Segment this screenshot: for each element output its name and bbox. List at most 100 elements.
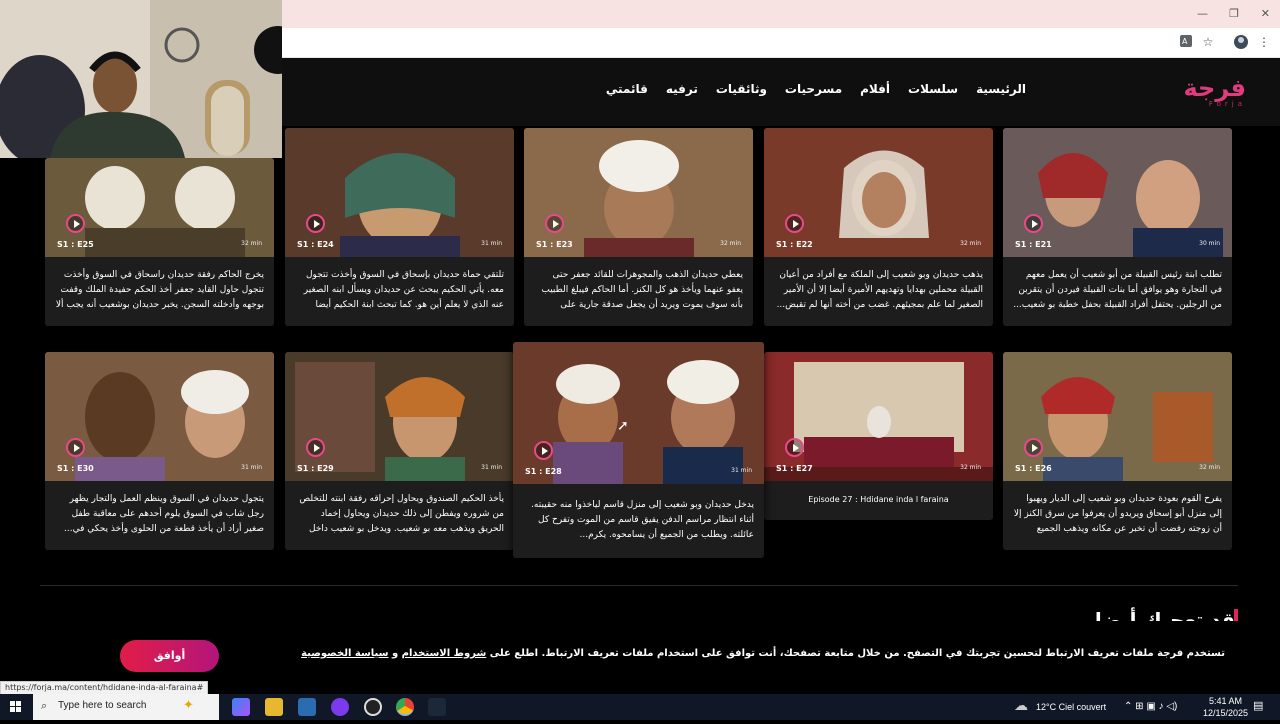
episode-duration: 32 min <box>1199 464 1220 471</box>
episode-thumbnail[interactable]: S1 : E24 31 min <box>285 128 514 257</box>
start-button[interactable] <box>0 694 32 720</box>
episode-description: تلتقي حماة حديدان بإسحاق في السوق وأخذت … <box>303 270 504 310</box>
episode-description: يذهب حديدان وبو شعيب إلى الملكة مع أفراد… <box>776 270 983 310</box>
taskbar-search[interactable]: ⌕ Type here to search ✦ <box>33 694 219 720</box>
episode-card-e24[interactable]: S1 : E24 31 min تلتقي حماة حديدان بإسحاق… <box>285 128 514 326</box>
nav-documentaries[interactable]: وثائقيات <box>716 82 767 96</box>
episode-card-e21[interactable]: S1 : E21 30 min تطلب ابنة رئيس القبيلة م… <box>1003 128 1232 326</box>
episode-description: يدخل حديدان وبو شعيب إلى منزل قاسم لياخذ… <box>531 500 754 540</box>
copilot-icon[interactable] <box>232 698 250 716</box>
episode-thumbnail[interactable]: S1 : E26 32 min <box>1003 352 1232 481</box>
nav-movies[interactable]: أفلام <box>860 82 890 96</box>
episode-duration: 32 min <box>960 240 981 247</box>
episode-thumbnail[interactable]: S1 : E30 31 min <box>45 352 274 481</box>
obs-icon[interactable] <box>364 698 382 716</box>
logo-arabic: فرجة <box>1183 74 1247 102</box>
episode-card-e22[interactable]: S1 : E22 32 min يذهب حديدان وبو شعيب إلى… <box>764 128 993 326</box>
episode-card-e26[interactable]: S1 : E26 32 min يفرح القوم بعودة حديدان … <box>1003 352 1232 550</box>
episode-description: يخرج الحاكم رفقة حديدان راسحاق في السوق … <box>55 270 264 310</box>
terms-link[interactable]: شروط الاستخدام <box>402 648 487 659</box>
search-icon: ⌕ <box>41 699 48 712</box>
play-icon[interactable] <box>306 438 325 457</box>
profile-icon[interactable] <box>1233 34 1249 50</box>
play-icon[interactable] <box>534 441 553 460</box>
store-icon[interactable] <box>298 698 316 716</box>
minimize-icon[interactable]: — <box>1197 7 1208 20</box>
privacy-link[interactable]: سياسة الخصوصية <box>301 648 388 659</box>
episode-duration: 31 min <box>481 464 502 471</box>
episode-badge: S1 : E29 <box>297 464 334 473</box>
episode-duration: 32 min <box>241 240 262 247</box>
cookie-and: و <box>391 648 399 659</box>
app-icon[interactable] <box>331 698 349 716</box>
section-accent-bar <box>1234 609 1238 621</box>
play-icon[interactable] <box>545 214 564 233</box>
nav-home[interactable]: الرئيسية <box>976 82 1026 96</box>
cookie-text: تستخدم فرجة ملفات تعريف الارتباط لتحسين … <box>489 648 1225 659</box>
episode-thumbnail[interactable]: S1 : E21 30 min <box>1003 128 1232 257</box>
menu-icon[interactable]: ⋮ <box>1256 34 1272 50</box>
episode-description: تطلب ابنة رئيس القبيلة من أبو شعيب أن يع… <box>1013 270 1222 310</box>
browser-titlebar: — ❐ ✕ <box>282 0 1280 28</box>
play-icon[interactable] <box>1024 214 1043 233</box>
nav-entertainment[interactable]: ترفيه <box>666 82 698 96</box>
accept-cookies-button[interactable]: أوافق <box>120 640 219 672</box>
search-placeholder: Type here to search <box>58 700 147 711</box>
episode-duration: 31 min <box>241 464 262 471</box>
play-icon[interactable] <box>66 214 85 233</box>
nav-plays[interactable]: مسرحيات <box>785 82 842 96</box>
play-icon[interactable] <box>306 214 325 233</box>
episode-description: يفرح القوم بعودة حديدان وبو شعيب إلى الد… <box>1013 494 1222 534</box>
episode-card-e25[interactable]: S1 : E25 32 min يخرج الحاكم رفقة حديدان … <box>45 158 274 326</box>
close-icon[interactable]: ✕ <box>1261 7 1270 20</box>
episode-thumbnail[interactable]: S1 : E23 32 min <box>524 128 753 257</box>
clock-date[interactable]: 12/15/2025 <box>1203 708 1248 718</box>
episode-badge: S1 : E23 <box>536 240 573 249</box>
episode-duration: 31 min <box>481 240 502 247</box>
episode-card-e27[interactable]: S1 : E27 32 min Episode 27 : Hdidane ind… <box>764 352 993 520</box>
episode-thumbnail[interactable]: S1 : E27 32 min <box>764 352 993 481</box>
notification-icon[interactable]: ▤ <box>1253 699 1263 712</box>
play-icon[interactable] <box>1024 438 1043 457</box>
svg-text:A: A <box>1182 37 1188 46</box>
tray-icons[interactable]: ⌃ ⊞ ▣ ♪ ◁) <box>1124 701 1177 712</box>
episode-description: يأخذ الحكيم الصندوق ويحاول إحراقه رفقة ا… <box>299 494 504 534</box>
episode-badge: S1 : E26 <box>1015 464 1052 473</box>
episode-thumbnail[interactable]: S1 : E29 31 min <box>285 352 514 481</box>
episode-thumbnail[interactable]: S1 : E25 32 min <box>45 158 274 257</box>
weather-text[interactable]: 12°C Ciel couvert <box>1036 702 1106 712</box>
star-icon[interactable]: ☆ <box>1200 34 1216 50</box>
episode-badge: S1 : E21 <box>1015 240 1052 249</box>
episode-thumbnail[interactable]: S1 : E28 31 min ➚ <box>513 342 764 484</box>
steam-icon[interactable] <box>428 698 446 716</box>
episode-card-e23[interactable]: S1 : E23 32 min يعطي حديدان الذهب والمجو… <box>524 128 753 326</box>
windows-icon <box>10 701 21 712</box>
episode-card-e29[interactable]: S1 : E29 31 min يأخذ الحكيم الصندوق ويحا… <box>285 352 514 550</box>
address-bar[interactable]: A ☆ ⋮ <box>282 28 1280 58</box>
episode-card-e28[interactable]: S1 : E28 31 min ➚ يدخل حديدان وبو شعيب إ… <box>513 342 764 558</box>
nav-my-list[interactable]: قائمتي <box>606 82 648 96</box>
forja-logo[interactable]: فرجة Forja <box>1176 74 1247 108</box>
weather-icon: ☁ <box>1014 698 1028 714</box>
file-explorer-icon[interactable] <box>265 698 283 716</box>
chrome-icon[interactable] <box>396 698 414 716</box>
episode-description: يتجول حديدان في السوق وينظم العمل والتجا… <box>64 494 264 534</box>
play-icon[interactable] <box>785 214 804 233</box>
windows-taskbar: ⌕ Type here to search ✦ ☁ 12°C Ciel couv… <box>0 694 1280 720</box>
episode-duration: 31 min <box>731 467 752 474</box>
play-icon[interactable] <box>66 438 85 457</box>
nav-series[interactable]: سلسلات <box>908 82 958 96</box>
episode-description: يعطي حديدان الذهب والمجوهرات للقائد جعفر… <box>541 270 743 310</box>
episode-badge: S1 : E22 <box>776 240 813 249</box>
episode-card-e30[interactable]: S1 : E30 31 min يتجول حديدان في السوق وي… <box>45 352 274 550</box>
episode-thumbnail[interactable]: S1 : E22 32 min <box>764 128 993 257</box>
episode-duration: 32 min <box>960 464 981 471</box>
play-icon[interactable] <box>785 438 804 457</box>
section-title: قد تعجبك أيضا <box>1094 608 1235 621</box>
webcam-overlay <box>0 0 282 158</box>
episode-badge: S1 : E28 <box>525 467 562 476</box>
translate-icon[interactable]: A <box>1178 34 1194 50</box>
clock-time[interactable]: 5:41 AM <box>1209 696 1242 706</box>
section-divider <box>40 585 1238 586</box>
restore-icon[interactable]: ❐ <box>1229 7 1239 20</box>
